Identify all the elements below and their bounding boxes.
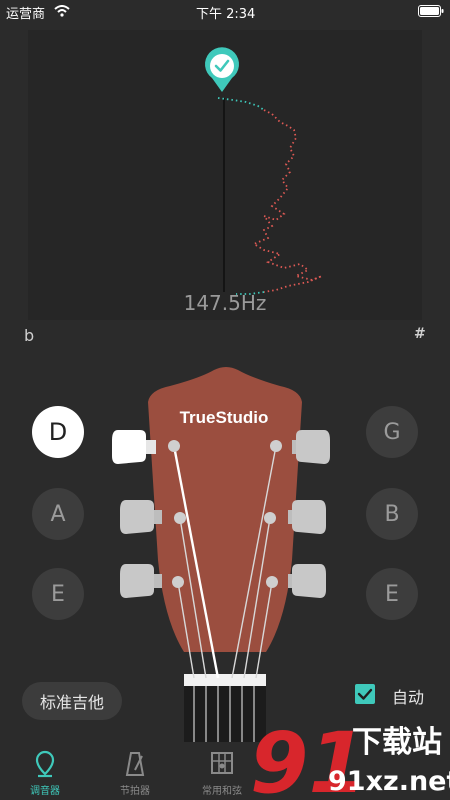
string-button-e-low[interactable]: E [32, 568, 84, 620]
tab-tuner[interactable]: 调音器 [5, 742, 85, 800]
peg-e-low [120, 564, 162, 598]
post-a [174, 512, 186, 524]
string-button-d[interactable]: D [32, 406, 84, 458]
peg-e-high [288, 564, 326, 598]
metronome-icon [125, 752, 145, 776]
carrier-label: 运营商 [6, 7, 46, 22]
chord-grid-icon [211, 752, 233, 774]
tab-metronome-label: 节拍器 [120, 786, 150, 797]
tuner-display [28, 30, 422, 320]
string-button-a[interactable]: A [32, 488, 84, 540]
post-b [264, 512, 276, 524]
post-d [168, 440, 180, 452]
in-tune-check-icon [204, 47, 239, 92]
clock: 下午 2:34 [196, 7, 256, 22]
site-watermark: 91 下载站 91xz.net [250, 714, 450, 800]
tab-metronome[interactable]: 节拍器 [95, 742, 175, 800]
check-icon [357, 688, 373, 700]
tab-tuner-label: 调音器 [30, 786, 60, 797]
peg-b [288, 500, 326, 534]
flat-symbol: b [24, 326, 35, 345]
string-button-g[interactable]: G [366, 406, 418, 458]
brand-logo: TrueStudio [180, 408, 269, 427]
frequency-readout: 147.5Hz [183, 291, 267, 315]
watermark-subtext: 下载站 [352, 725, 442, 760]
string-button-e-high[interactable]: E [366, 568, 418, 620]
auto-label: 自动 [392, 688, 425, 707]
tuner-pin-icon [35, 750, 55, 778]
peg-g [292, 430, 330, 464]
post-e-low [172, 576, 184, 588]
peg-d [112, 430, 156, 464]
status-bar: 运营商 下午 2:34 [0, 0, 450, 22]
battery-icon [418, 5, 444, 17]
string-button-b[interactable]: B [366, 488, 418, 540]
pitch-trace [204, 47, 323, 295]
post-g [270, 440, 282, 452]
tuning-mode-button[interactable]: 标准吉他 [22, 682, 122, 720]
post-e-high [266, 576, 278, 588]
wifi-icon [54, 5, 70, 17]
detune-trace [252, 109, 323, 293]
auto-checkbox[interactable] [355, 684, 375, 704]
sharp-symbol: # [414, 326, 426, 342]
watermark-domain: 91xz.net [328, 766, 450, 797]
